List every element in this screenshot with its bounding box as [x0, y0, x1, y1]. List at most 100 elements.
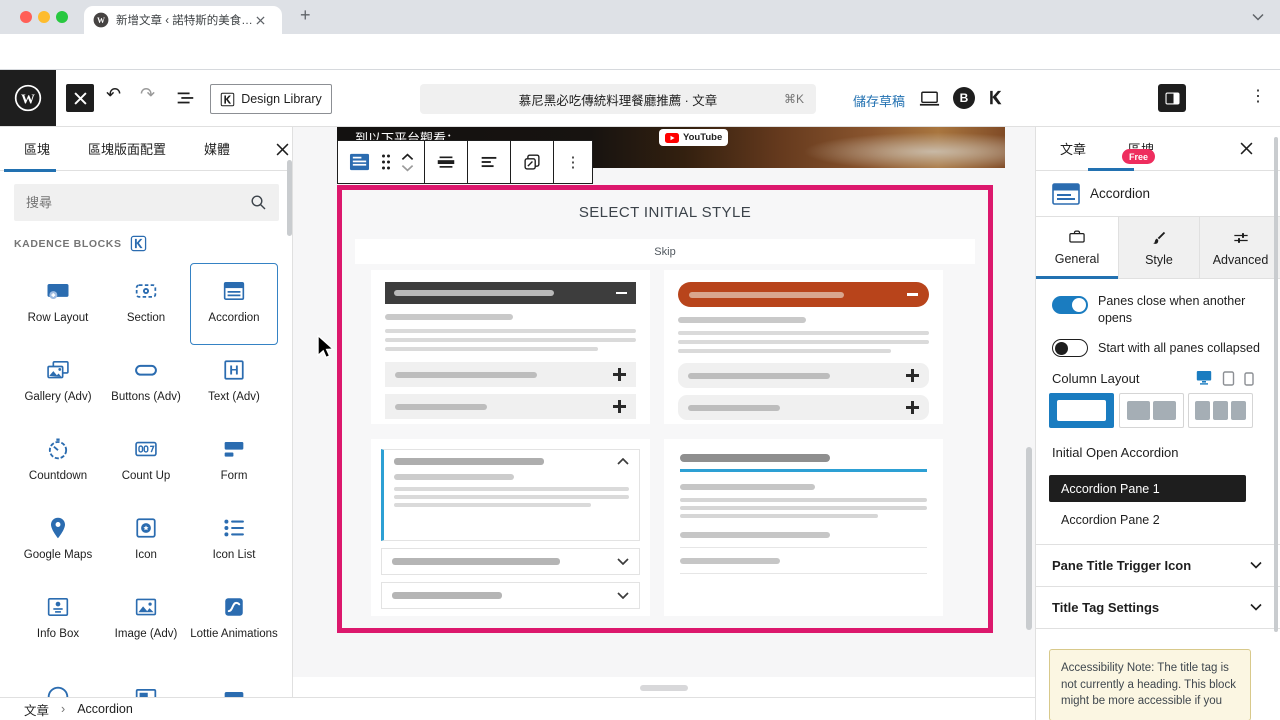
tab-post[interactable]: 文章	[1060, 139, 1086, 158]
document-title: 慕尼黑必吃傳統料理餐廳推薦 · 文章	[519, 90, 718, 109]
kadence-blocks-section[interactable]: KADENCE BLOCKS	[14, 235, 147, 252]
skip-button[interactable]: Skip	[355, 239, 975, 264]
design-library-button[interactable]: Design Library	[210, 84, 332, 114]
tablet-device-icon[interactable]	[1222, 371, 1235, 386]
inserter-tabs: 區塊 區塊版面配置 媒體	[0, 127, 292, 171]
info-box-icon	[44, 593, 72, 621]
block-item-lottie[interactable]: Lottie Animations	[190, 580, 278, 662]
clipped-block-icon[interactable]	[220, 685, 248, 697]
pane-trigger-icon-panel[interactable]: Pane Title Trigger Icon	[1036, 544, 1280, 586]
toolbar-copy-style-button[interactable]	[511, 141, 554, 183]
preview-icon[interactable]	[918, 87, 941, 110]
block-item-icon[interactable]: Icon	[102, 501, 190, 583]
tab-search-chevron-icon[interactable]	[1252, 13, 1264, 21]
block-item-image[interactable]: Image (Adv)	[102, 580, 190, 662]
block-item-gallery[interactable]: Gallery (Adv)	[14, 343, 102, 425]
b-plugin-icon[interactable]: B	[953, 87, 975, 109]
redo-button[interactable]: ↷	[140, 84, 155, 105]
kadence-toolbar-icon[interactable]	[986, 88, 1006, 108]
tab-general[interactable]: General	[1036, 217, 1118, 279]
block-item-text[interactable]: H Text (Adv)	[190, 343, 278, 425]
style-option-minimal[interactable]	[664, 439, 943, 616]
phone-device-icon[interactable]	[1244, 372, 1254, 386]
block-search[interactable]	[14, 184, 279, 221]
layout-two-column-button[interactable]	[1119, 393, 1184, 428]
block-item-accordion[interactable]: Accordion	[190, 263, 278, 345]
settings-panel-toggle[interactable]	[1158, 84, 1186, 112]
clipped-block-icon[interactable]	[132, 684, 160, 697]
style-option-outline[interactable]	[371, 439, 650, 616]
row-layout-icon	[44, 277, 72, 305]
list-view-icon[interactable]	[174, 87, 196, 109]
save-draft-button[interactable]: 儲存草稿	[853, 91, 905, 110]
block-item-form[interactable]: Form	[190, 422, 278, 504]
chevron-up-icon	[617, 458, 629, 465]
minimize-window-button[interactable]	[38, 11, 50, 23]
icon-list-icon	[220, 514, 248, 542]
accordion-pane-2-option[interactable]: Accordion Pane 2	[1061, 513, 1160, 527]
count-up-icon	[132, 435, 160, 463]
drag-handle-icon[interactable]	[380, 153, 392, 171]
browser-tab[interactable]: W 新增文章 ‹ 諾特斯的美食護照 -	[84, 6, 282, 34]
new-tab-button[interactable]: +	[300, 5, 311, 26]
kadence-section-title: KADENCE BLOCKS	[14, 238, 122, 250]
tab-blocks[interactable]: 區塊	[24, 139, 50, 158]
layout-three-column-button[interactable]	[1188, 393, 1253, 428]
search-input[interactable]	[26, 195, 250, 210]
accordion-block-type-icon[interactable]	[348, 152, 371, 172]
style-picker-title: SELECT INITIAL STYLE	[342, 204, 988, 221]
tab-advanced[interactable]: Advanced	[1199, 217, 1280, 279]
start-collapsed-toggle[interactable]	[1052, 339, 1088, 357]
close-tab-icon[interactable]	[256, 16, 265, 25]
text-adv-icon: H	[220, 356, 248, 384]
toolbar-align-button[interactable]	[425, 141, 468, 183]
accordion-pane-1-option[interactable]: Accordion Pane 1	[1049, 475, 1246, 502]
close-inserter-panel-icon[interactable]	[276, 143, 289, 156]
toolbar-options-button[interactable]: ⋮	[554, 141, 592, 183]
block-item-section[interactable]: Section	[102, 264, 190, 346]
block-card: Accordion	[1036, 171, 1280, 217]
document-title-button[interactable]: 慕尼黑必吃傳統料理餐廳推薦 · 文章 ⌘K	[420, 84, 816, 114]
toolbar-text-align-button[interactable]	[468, 141, 511, 183]
close-window-button[interactable]	[20, 11, 32, 23]
block-inserter-toggle[interactable]	[66, 84, 94, 112]
title-tag-settings-panel[interactable]: Title Tag Settings	[1036, 586, 1280, 628]
block-item-countup[interactable]: Count Up	[102, 422, 190, 504]
layout-one-column-button[interactable]	[1049, 393, 1114, 428]
block-item-buttons[interactable]: Buttons (Adv)	[102, 343, 190, 425]
block-toolbar: ⋮	[337, 140, 593, 184]
inserter-scrollbar[interactable]	[287, 160, 292, 236]
block-item-row-layout[interactable]: Row Layout	[14, 264, 102, 346]
zoom-window-button[interactable]	[56, 11, 68, 23]
canvas-scrollbar[interactable]	[1026, 447, 1032, 630]
style-option-basic[interactable]	[371, 270, 650, 424]
banner-image-highlight	[767, 127, 1005, 168]
block-item-icon-list[interactable]: Icon List	[190, 501, 278, 583]
editor-options-icon[interactable]: ⋮	[1250, 86, 1266, 106]
undo-button[interactable]: ↶	[106, 84, 121, 105]
style-option-rounded[interactable]	[664, 270, 943, 424]
resize-handle[interactable]	[640, 685, 688, 691]
clipped-block-icon[interactable]	[44, 683, 72, 697]
tab-media[interactable]: 媒體	[204, 139, 230, 158]
wordpress-logo-button[interactable]: W	[0, 70, 56, 126]
tab-patterns[interactable]: 區塊版面配置	[88, 139, 166, 158]
close-settings-icon[interactable]	[1240, 142, 1253, 155]
move-up-icon[interactable]	[401, 153, 414, 161]
settings-scrollbar[interactable]	[1274, 137, 1278, 632]
panes-close-setting: Panes close when another opens	[1052, 293, 1256, 327]
desktop-device-icon[interactable]	[1196, 370, 1212, 385]
general-tab-icon	[1067, 227, 1087, 247]
block-item-google-maps[interactable]: Google Maps	[14, 501, 102, 583]
panes-close-toggle[interactable]	[1052, 296, 1088, 314]
block-item-info-box[interactable]: Info Box	[14, 580, 102, 662]
text-align-icon	[478, 151, 500, 173]
kebab-icon: ⋮	[566, 153, 581, 171]
block-item-countdown[interactable]: Countdown	[14, 422, 102, 504]
move-down-icon[interactable]	[401, 164, 414, 172]
countdown-icon	[44, 435, 72, 463]
tab-style[interactable]: Style	[1118, 217, 1199, 279]
breadcrumb-root[interactable]: 文章	[24, 700, 49, 719]
free-badge: Free	[1122, 149, 1155, 164]
align-icon	[435, 151, 457, 173]
